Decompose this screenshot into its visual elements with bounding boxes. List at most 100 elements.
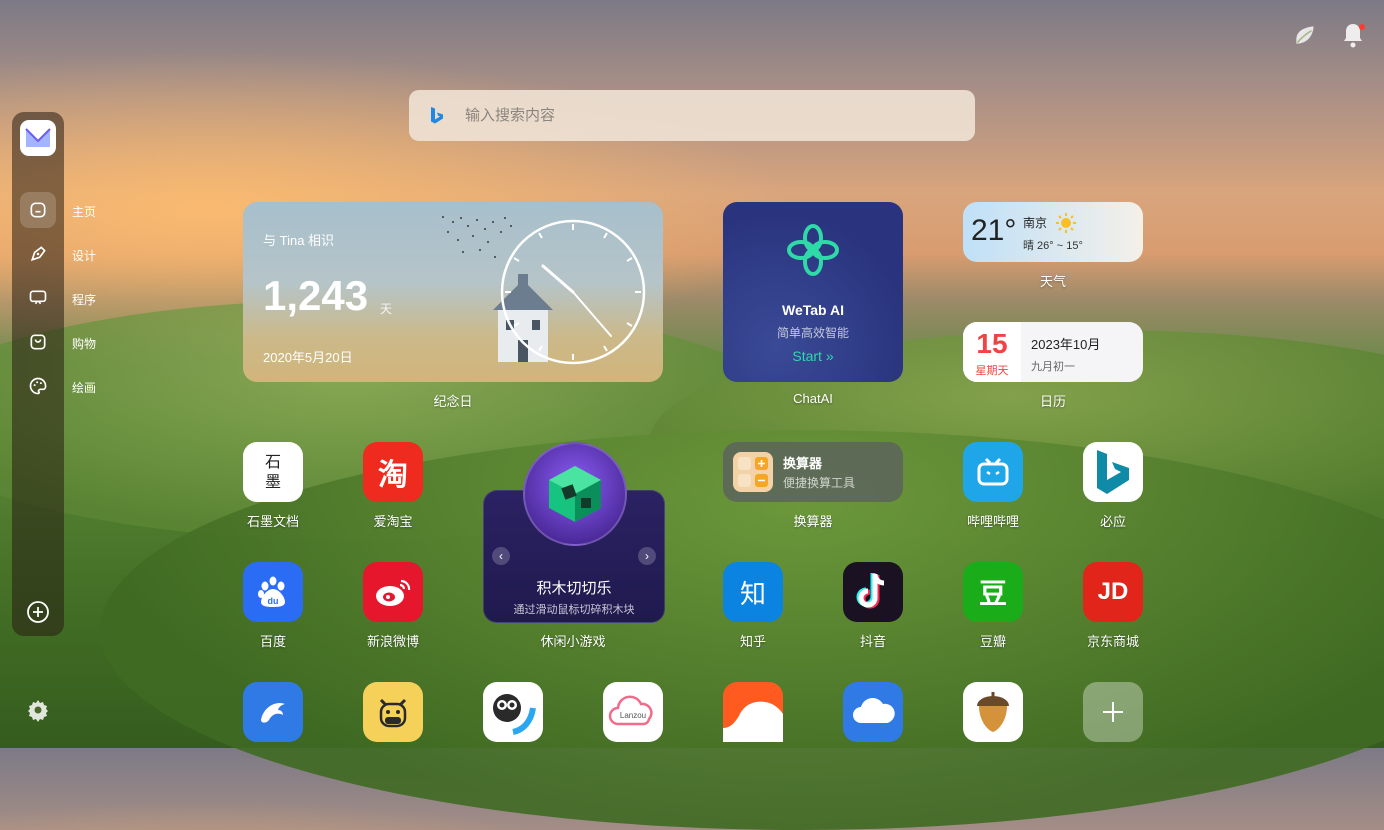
jd-icon: JD [1097,578,1129,605]
lemur-icon [493,694,536,735]
app-douban[interactable]: 豆 [963,562,1023,622]
calendar-date-panel: 15 星期天 [963,322,1021,382]
add-app-button[interactable] [1083,682,1143,742]
orange-cloud-icon [723,701,783,742]
anniversary-unit: 天 [380,302,393,316]
sidebar-label-paint[interactable]: 绘画 [72,379,96,396]
anniversary-count: 1,243 [263,272,369,319]
calendar-caption: 日历 [1039,394,1066,409]
anniversary-widget[interactable]: 与 Tina 相识 1,243 天 2020年5月20日 [243,202,663,382]
baidu-icon-text: du [268,596,279,606]
settings-gear-icon[interactable] [26,698,50,722]
game-next-arrow-icon[interactable]: › [638,547,656,565]
palette-icon [29,377,47,395]
game-subtitle: 通过滑动鼠标切碎积木块 [513,604,635,616]
sidebar-item-home[interactable] [20,192,56,228]
analog-clock [500,219,646,365]
app-acorn[interactable] [963,682,1023,742]
anniversary-caption: 纪念日 [433,394,473,409]
zhihu-icon: 知 [739,578,766,609]
leaf-icon[interactable] [1291,22,1319,50]
app-label-bilibili: 哔哩哔哩 [966,514,1019,529]
add-category-icon[interactable] [26,600,50,624]
app-jd[interactable]: JD [1083,562,1143,622]
chatai-start-button[interactable]: Start » [723,348,903,364]
home-icon [30,202,46,218]
app-label-bing: 必应 [1099,514,1126,529]
calculator-icon [733,452,773,492]
app-onedrive[interactable] [843,682,903,742]
app-logo[interactable] [20,120,56,156]
converter-subtitle: 便捷换算工具 [783,476,856,490]
sidebar [12,112,64,636]
app-shimo[interactable]: 石墨 [243,442,303,502]
sidebar-item-code[interactable] [20,280,56,316]
converter-title: 换算器 [783,456,823,471]
app-label-taobao: 爱淘宝 [373,514,413,529]
notification-dot [1359,24,1365,30]
app-label-weibo: 新浪微博 [366,634,419,649]
code-icon [29,290,47,305]
bilibili-icon [977,457,1009,486]
sun-icon [1056,213,1076,233]
calendar-widget[interactable]: 15 星期天 2023年10月 九月初一 [963,322,1143,382]
baidu-paw-icon: du [258,576,285,607]
converter-caption: 换算器 [793,514,833,529]
douban-icon: 豆 [978,578,1007,609]
taobao-icon: 淘 [378,459,408,492]
app-cloud-orange[interactable] [723,682,783,742]
app-lanzou[interactable]: Lanzou [603,682,663,742]
weather-caption: 天气 [1039,274,1066,289]
notification-bell-icon[interactable] [1339,22,1367,50]
sidebar-label-code[interactable]: 程序 [72,291,96,308]
sidebar-label-design[interactable]: 设计 [72,247,96,264]
calendar-weekday: 星期天 [975,365,1009,377]
game-prev-arrow-icon[interactable]: ‹ [492,547,510,565]
app-lemur[interactable] [483,682,543,742]
shimo-icon: 石墨 [264,452,281,491]
weather-city: 南京 [1023,216,1048,230]
game-caption: 休闲小游戏 [540,634,606,649]
app-taobao[interactable]: 淘 [363,442,423,502]
weather-range: 晴 26° ~ 15° [1023,240,1083,252]
app-label-zhihu: 知乎 [739,634,766,649]
search-input[interactable] [463,106,927,125]
sidebar-item-shopping[interactable] [20,324,56,360]
app-label-shimo: 石墨文档 [246,514,299,529]
app-bilibili[interactable] [963,442,1023,502]
sidebar-label-shopping[interactable]: 购物 [72,335,96,352]
lanzou-icon-text: Lanzou [620,711,646,720]
anniversary-title: 与 Tina 相识 [263,233,335,248]
search-bar[interactable] [409,90,975,141]
bing-icon[interactable] [429,106,445,126]
calendar-day: 15 [976,328,1008,359]
bing-app-icon [1097,450,1129,494]
weather-temperature: 21° [971,214,1017,247]
cloud-icon [853,698,895,723]
cow-face-icon [379,698,407,728]
wetab-ai-flower-icon [787,224,839,276]
weibo-icon [376,579,411,606]
app-weibo[interactable] [363,562,423,622]
app-douyin[interactable] [843,562,903,622]
sidebar-item-design[interactable] [20,236,56,272]
weather-widget[interactable]: 21° 南京 晴 26° ~ 15° [963,202,1143,262]
sidebar-label-home[interactable]: 主页 [72,203,96,220]
game-title: 积木切切乐 [536,580,612,597]
app-zhihu[interactable]: 知 [723,562,783,622]
app-label-jd: 京东商城 [1086,634,1139,649]
douyin-note-icon [856,573,885,609]
app-label-baidu: 百度 [259,634,286,649]
app-bing[interactable] [1083,442,1143,502]
game-cube-icon[interactable] [523,442,627,546]
app-label-douban: 豆瓣 [979,634,1006,649]
plus-icon [1103,702,1123,722]
calendar-year-month: 2023年10月 [1031,337,1101,352]
converter-widget[interactable]: 换算器 便捷换算工具 [723,442,903,502]
chatai-title: WeTab AI [782,302,844,318]
app-cow[interactable] [363,682,423,742]
app-baidu[interactable]: du [243,562,303,622]
chatai-widget[interactable]: WeTab AI 简单高效智能 Start » [723,202,903,382]
sidebar-item-paint[interactable] [20,368,56,404]
app-dolphin[interactable] [243,682,303,742]
